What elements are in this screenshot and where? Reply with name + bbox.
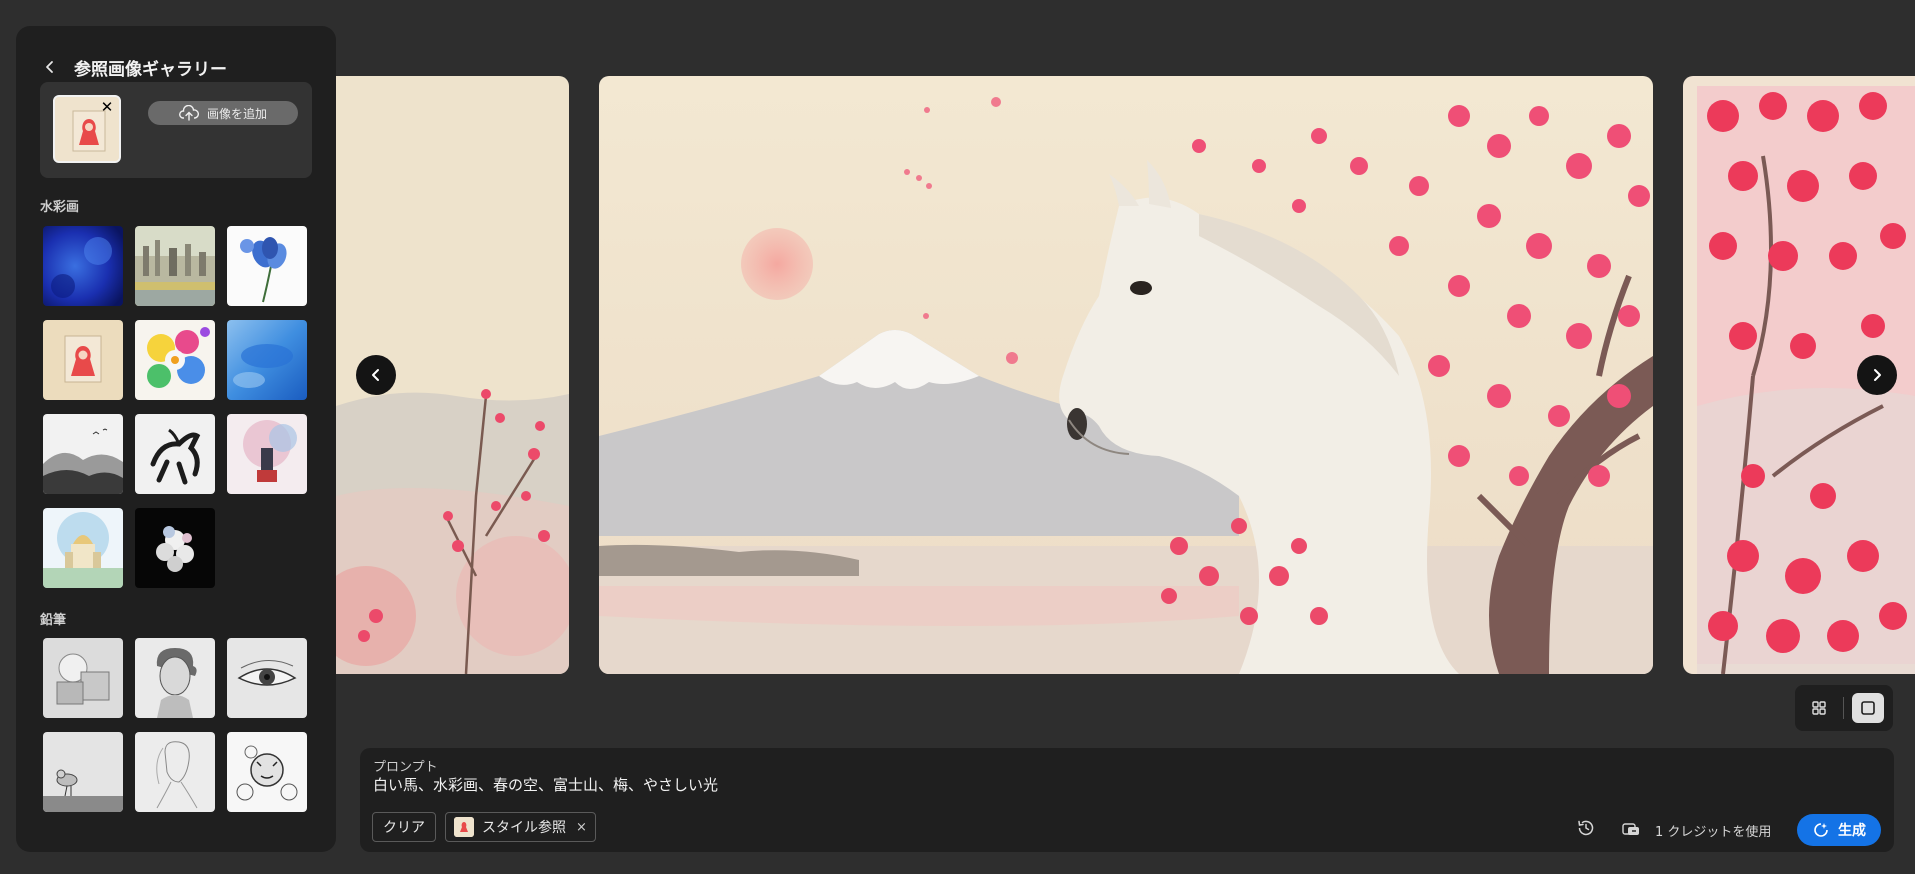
chevron-left-icon (372, 369, 379, 381)
thumbnail-pencil-woman-sketch[interactable] (135, 732, 215, 812)
clear-button[interactable]: クリア (372, 812, 436, 842)
thumbnail-pencil-seagull[interactable] (43, 732, 123, 812)
section-label-watercolor: 水彩画 (40, 200, 80, 215)
style-reference-label: スタイル参照 (482, 820, 566, 836)
thumbnail-blue-ink-texture[interactable] (43, 226, 123, 306)
reference-upload-area: ✕ 画像を追加 (40, 82, 312, 178)
credit-icon (1621, 819, 1641, 839)
sparkle-refresh-icon (1814, 823, 1828, 837)
thumbnail-white-flowers-on-black[interactable] (135, 508, 215, 588)
thumbnail-pencil-eye[interactable] (227, 638, 307, 718)
thumbnail-watercolor-cathedral[interactable] (43, 508, 123, 588)
thumbnail-blue-flowers[interactable] (227, 226, 307, 306)
thumbnail-pencil-geometric-shapes[interactable] (43, 638, 123, 718)
thumbnail-red-hood-figure[interactable] (43, 320, 123, 400)
add-image-label: 画像を追加 (206, 106, 267, 121)
toggle-divider (1843, 697, 1844, 719)
previous-image-button[interactable] (356, 355, 396, 395)
grid-view-button[interactable] (1803, 693, 1835, 723)
selected-reference-thumbnail[interactable]: ✕ (53, 95, 121, 163)
close-icon[interactable]: ✕ (99, 99, 115, 115)
thumbnail-pencil-portrait-bust[interactable] (135, 638, 215, 718)
thumbnail-watercolor-locomotive[interactable] (227, 414, 307, 494)
view-mode-toggle (1795, 685, 1893, 731)
back-button[interactable] (40, 56, 60, 78)
thumbnail-ink-landscape[interactable] (43, 414, 123, 494)
credit-usage-text: 1 クレジットを使用 (1655, 825, 1772, 840)
thumbnail-colorful-flowers-splash[interactable] (135, 320, 215, 400)
thumbnail-pencil-tiger-flowers[interactable] (227, 732, 307, 812)
prompt-label: プロンプト (373, 760, 438, 775)
pencil-grid (43, 638, 307, 812)
prompt-bar: プロンプト 白い馬、水彩画、春の空、富士山、梅、やさしい光 クリア スタイル参照… (360, 748, 1894, 852)
style-reference-chip[interactable]: スタイル参照 × (445, 812, 596, 842)
chevron-right-icon (1874, 369, 1881, 381)
panel-header: 参照画像ギャラリー (40, 54, 227, 80)
reference-gallery-panel: 参照画像ギャラリー ✕ 画像を追加 水彩画 鉛筆 (16, 26, 336, 852)
next-image-button[interactable] (1857, 355, 1897, 395)
single-square-icon (1861, 701, 1875, 715)
thumbnail-watercolor-city-skyline[interactable] (135, 226, 215, 306)
history-icon (1578, 820, 1594, 836)
grid-icon (1812, 701, 1826, 715)
style-reference-thumbnail (454, 817, 474, 837)
generate-button[interactable]: 生成 (1797, 814, 1881, 846)
single-view-button[interactable] (1852, 693, 1884, 723)
generate-label: 生成 (1838, 823, 1866, 839)
prompt-input[interactable]: 白い馬、水彩画、春の空、富士山、梅、やさしい光 (373, 774, 718, 795)
add-image-button[interactable]: 画像を追加 (148, 101, 298, 125)
thumbnail-blue-watercolor-wash[interactable] (227, 320, 307, 400)
main-result-image[interactable] (599, 76, 1653, 674)
section-label-pencil: 鉛筆 (40, 613, 67, 628)
panel-title: 参照画像ギャラリー (74, 59, 227, 80)
remove-style-reference-icon[interactable]: × (576, 820, 587, 835)
chevron-left-icon (46, 61, 53, 73)
thumbnail-ink-horse[interactable] (135, 414, 215, 494)
history-button[interactable] (1576, 818, 1598, 840)
cloud-upload-icon (179, 105, 199, 121)
watercolor-grid (43, 226, 307, 588)
